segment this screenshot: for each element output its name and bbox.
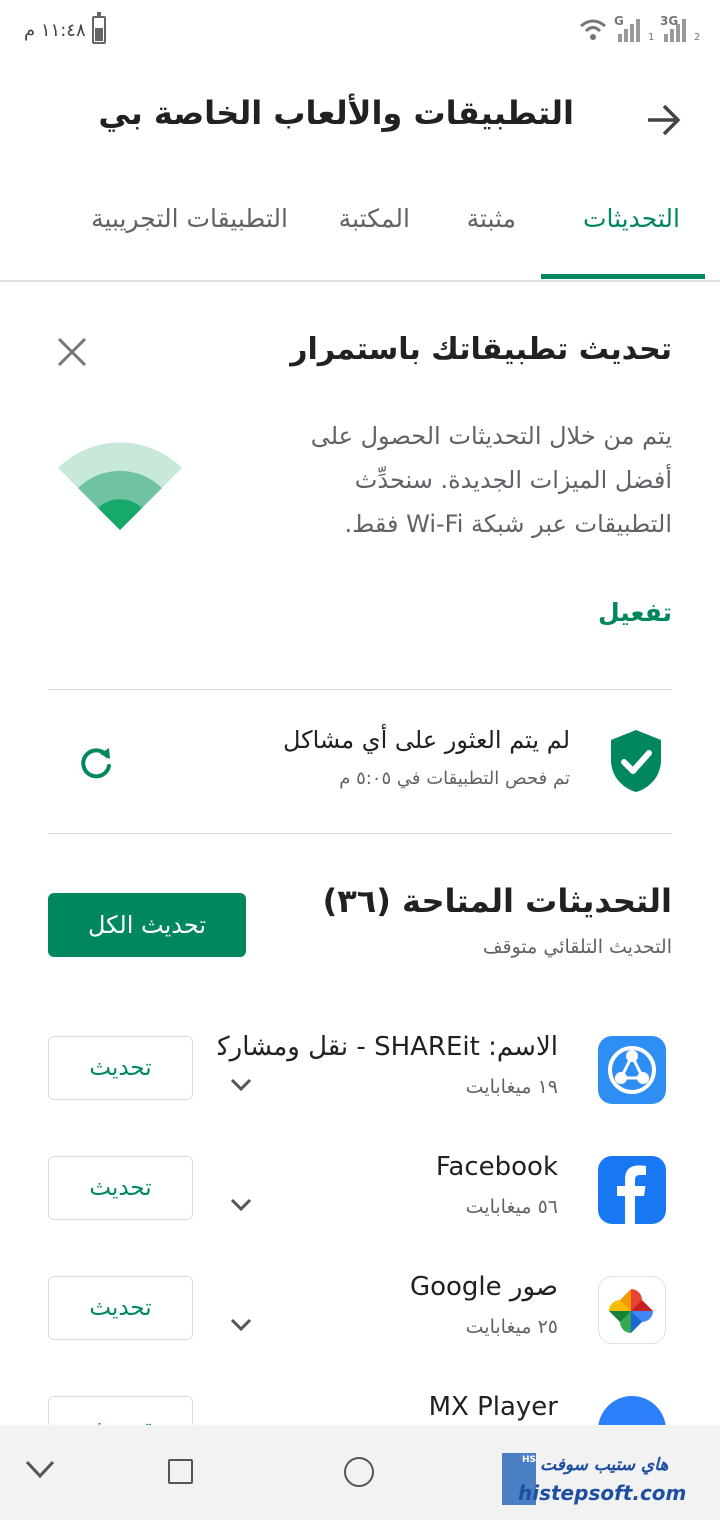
chevron-down-icon[interactable] — [230, 1198, 252, 1212]
chevron-down-icon[interactable] — [230, 1078, 252, 1092]
nav-back-icon[interactable] — [24, 1459, 56, 1481]
tab-beta[interactable]: التطبيقات التجريبية — [91, 204, 288, 233]
app-name: MX Player — [428, 1392, 558, 1422]
nav-home-icon[interactable] — [344, 1457, 374, 1487]
update-button[interactable]: تحديث — [48, 1036, 193, 1100]
updates-available-title: التحديثات المتاحة (٣٦) — [322, 882, 672, 920]
watermark-logo: HS هاي ستيب سوفت histepsoft.com — [502, 1453, 712, 1509]
shareit-icon — [598, 1036, 666, 1104]
facebook-icon — [598, 1156, 666, 1224]
tab-library[interactable]: المكتبة — [339, 204, 410, 233]
update-all-button[interactable]: تحديث الكل — [48, 893, 246, 957]
shield-check-icon — [611, 730, 661, 792]
google-photos-icon — [598, 1276, 666, 1344]
refresh-icon[interactable] — [78, 744, 114, 780]
divider — [48, 833, 672, 834]
tab-installed[interactable]: مثبتة — [467, 204, 516, 233]
status-time: ١١:٤٨ م — [24, 20, 86, 41]
battery-icon — [92, 12, 106, 44]
update-button[interactable]: تحديث — [48, 1276, 193, 1340]
sim-2-label: 2 — [694, 32, 701, 43]
tab-updates[interactable]: التحديثات — [583, 204, 680, 233]
back-arrow-icon[interactable] — [646, 102, 682, 138]
auto-update-card-body: يتم من خلال التحديثات الحصول على أفضل ال… — [310, 422, 672, 538]
chevron-down-icon[interactable] — [230, 1318, 252, 1332]
status-bar: ١١:٤٨ م G 1 3G 2 — [0, 0, 720, 64]
nav-recents-icon[interactable] — [168, 1459, 193, 1484]
wifi-status-icon — [580, 19, 606, 40]
sim-1-label: 1 — [648, 32, 655, 43]
play-protect-subtitle: تم فحص التطبيقات في ٥:٠٥ م — [339, 768, 570, 789]
watermark-url: histepsoft.com — [518, 1481, 687, 1505]
watermark-text-arabic: هاي ستيب سوفت — [540, 1455, 669, 1475]
network-type-2: 3G — [660, 14, 679, 28]
auto-update-status: التحديث التلقائي متوقف — [482, 936, 672, 958]
list-item[interactable]: صور Google ٢٥ ميغابايت تحديث — [0, 1272, 720, 1396]
divider — [48, 689, 672, 690]
list-item[interactable]: الاسم: SHAREit - نقل ومشاركة ١٩ ميغابايت… — [0, 1032, 720, 1156]
wifi-illustration-icon — [58, 442, 182, 530]
network-type-1: G — [614, 14, 624, 28]
close-icon[interactable] — [56, 336, 88, 368]
app-name: Facebook — [435, 1152, 558, 1182]
app-bar: التطبيقات والألعاب الخاصة بي — [0, 64, 720, 174]
tab-bar: التحديثات مثبتة المكتبة التطبيقات التجري… — [0, 174, 720, 282]
app-name: صور Google — [409, 1272, 558, 1302]
app-size: ٥٦ ميغابايت — [465, 1196, 558, 1218]
system-nav-bar: HS هاي ستيب سوفت histepsoft.com — [0, 1425, 720, 1520]
play-protect-title: لم يتم العثور على أي مشاكل — [282, 726, 570, 754]
enable-auto-update-link[interactable]: تفعيل — [598, 598, 672, 627]
tab-indicator — [541, 274, 705, 279]
app-name: الاسم: SHAREit - نقل ومشاركة — [218, 1032, 558, 1062]
list-item[interactable]: Facebook ٥٦ ميغابايت تحديث — [0, 1152, 720, 1276]
app-size: ١٩ ميغابايت — [465, 1076, 558, 1098]
auto-update-card-title: تحديث تطبيقاتك باستمرار — [290, 332, 672, 367]
update-button[interactable]: تحديث — [48, 1156, 193, 1220]
app-size: ٢٥ ميغابايت — [465, 1316, 558, 1338]
page-title: التطبيقات والألعاب الخاصة بي — [98, 94, 574, 132]
